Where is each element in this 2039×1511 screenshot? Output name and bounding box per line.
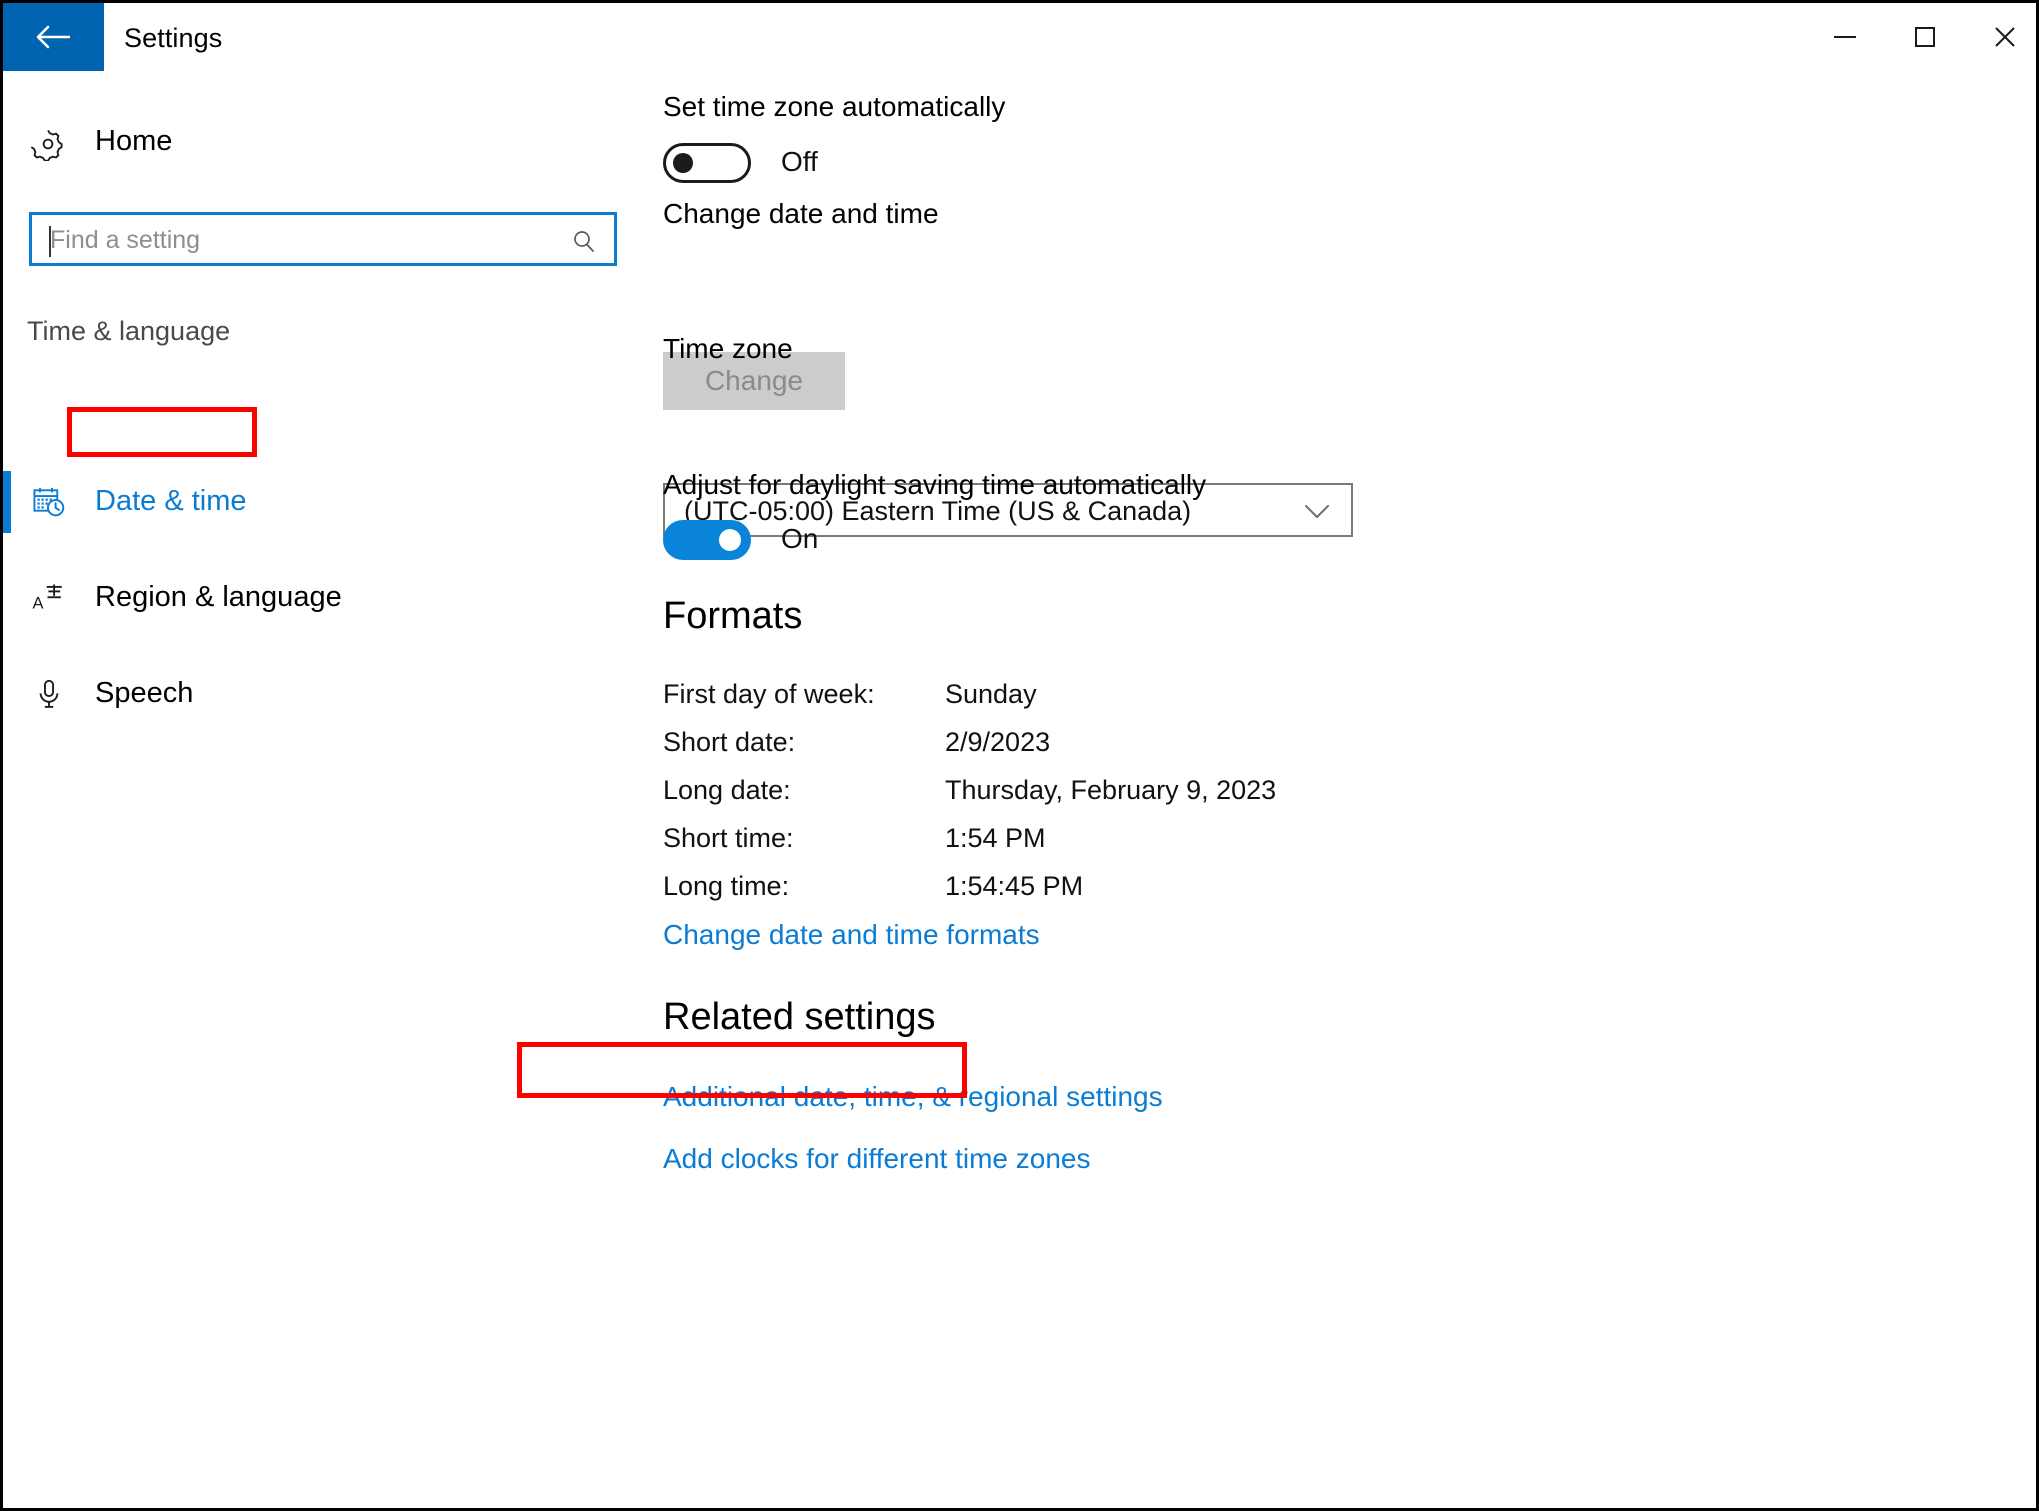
timezone-label: Time zone <box>663 333 793 365</box>
language-icon: A <box>31 580 67 621</box>
back-button[interactable] <box>3 3 104 71</box>
format-row-value: Sunday <box>945 679 1037 710</box>
settings-window: Settings <box>0 0 2039 1511</box>
auto-timezone-state: Off <box>781 146 818 178</box>
calendar-clock-icon <box>31 484 67 525</box>
change-datetime-label: Change date and time <box>663 198 939 230</box>
sidebar-item-region-language-label: Region & language <box>95 581 342 614</box>
daylight-saving-state: On <box>781 523 818 555</box>
format-row-label: Long date: <box>663 775 791 806</box>
formats-section-title: Formats <box>663 595 802 638</box>
format-row-value: 1:54 PM <box>945 823 1046 854</box>
close-button[interactable] <box>1960 3 2039 71</box>
search-box[interactable] <box>29 212 617 266</box>
sidebar-item-home[interactable]: Home <box>3 111 633 173</box>
sidebar: Home Time & language <box>3 71 663 1508</box>
format-row-label: Short time: <box>663 823 794 854</box>
related-settings-title: Related settings <box>663 996 936 1039</box>
daylight-saving-toggle[interactable] <box>663 520 751 560</box>
search-icon[interactable] <box>570 228 598 261</box>
gear-icon <box>31 127 65 166</box>
add-clocks-link[interactable]: Add clocks for different time zones <box>663 1143 1090 1175</box>
format-row-value: Thursday, February 9, 2023 <box>945 775 1276 806</box>
format-row-value: 2/9/2023 <box>945 727 1050 758</box>
auto-timezone-label: Set time zone automatically <box>663 91 1005 123</box>
microphone-icon <box>31 676 67 717</box>
sidebar-item-date-time[interactable]: Date & time <box>3 471 633 533</box>
sidebar-group-label: Time & language <box>27 316 230 347</box>
change-formats-link[interactable]: Change date and time formats <box>663 919 1040 951</box>
title-bar: Settings <box>3 3 2036 71</box>
format-row-label: Short date: <box>663 727 795 758</box>
sidebar-item-date-time-label: Date & time <box>95 485 247 518</box>
sidebar-item-speech-label: Speech <box>95 677 193 710</box>
chevron-down-icon <box>1303 503 1331 526</box>
sidebar-item-speech[interactable]: Speech <box>3 663 633 725</box>
daylight-saving-label: Adjust for daylight saving time automati… <box>663 469 1206 501</box>
maximize-button[interactable] <box>1880 3 1970 71</box>
main-content: Set time zone automatically Off Change d… <box>663 71 2036 1508</box>
toggle-knob <box>719 529 741 551</box>
sidebar-item-region-language[interactable]: A Region & language <box>3 567 633 629</box>
auto-timezone-toggle[interactable] <box>663 143 751 183</box>
app-title: Settings <box>124 23 222 54</box>
sidebar-item-home-label: Home <box>95 125 172 158</box>
format-row-label: Long time: <box>663 871 789 902</box>
toggle-knob <box>673 153 693 173</box>
additional-regional-settings-link[interactable]: Additional date, time, & regional settin… <box>663 1081 1163 1113</box>
format-row-value: 1:54:45 PM <box>945 871 1083 902</box>
search-input[interactable] <box>50 226 520 255</box>
format-row-label: First day of week: <box>663 679 875 710</box>
svg-text:A: A <box>33 595 44 613</box>
minimize-button[interactable] <box>1800 3 1890 71</box>
